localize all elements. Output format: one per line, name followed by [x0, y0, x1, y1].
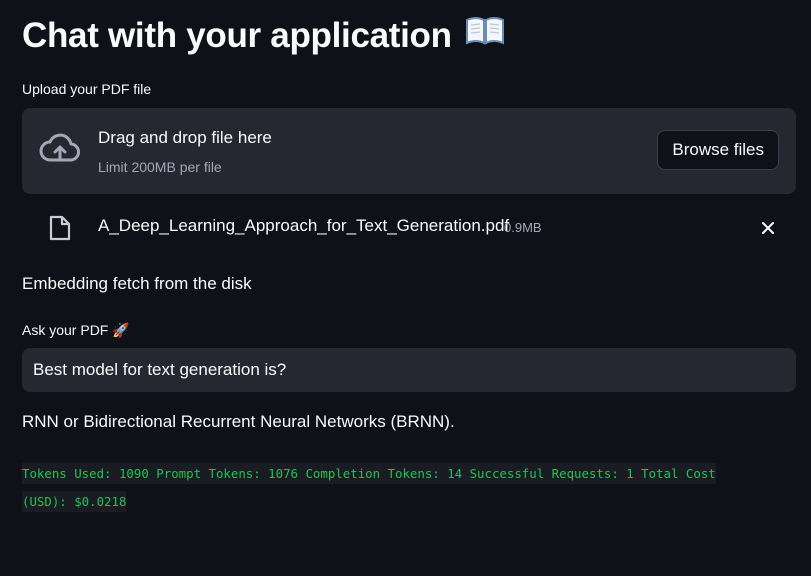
- cloud-upload-icon: [39, 133, 81, 165]
- uploaded-file-name: A_Deep_Learning_Approach_for_Text_Genera…: [98, 216, 510, 235]
- close-icon[interactable]: [760, 220, 776, 236]
- browse-files-button[interactable]: Browse files: [657, 130, 779, 170]
- question-input[interactable]: [22, 348, 796, 392]
- dropzone-limit: Limit 200MB per file: [98, 159, 222, 175]
- page-title: Chat with your application: [22, 14, 505, 58]
- embedding-status: Embedding fetch from the disk: [22, 274, 252, 293]
- page-title-text: Chat with your application: [22, 16, 452, 55]
- answer-text: RNN or Bidirectional Recurrent Neural Ne…: [22, 412, 455, 431]
- uploaded-file-row: A_Deep_Learning_Approach_for_Text_Genera…: [22, 208, 796, 248]
- uploaded-file-size: 0.9MB: [504, 220, 542, 235]
- upload-label: Upload your PDF file: [22, 81, 152, 97]
- question-label: Ask your PDF 🚀: [22, 322, 130, 338]
- file-icon: [49, 215, 71, 241]
- app-root: Chat with your application Upload your P…: [0, 0, 811, 576]
- dropzone-instructions: Drag and drop file here: [98, 128, 272, 147]
- token-usage-text: Tokens Used: 1090 Prompt Tokens: 1076 Co…: [22, 463, 716, 512]
- file-dropzone[interactable]: Drag and drop file here Limit 200MB per …: [22, 108, 796, 194]
- token-usage-code: Tokens Used: 1090 Prompt Tokens: 1076 Co…: [22, 460, 764, 516]
- open-book-icon: [465, 13, 505, 57]
